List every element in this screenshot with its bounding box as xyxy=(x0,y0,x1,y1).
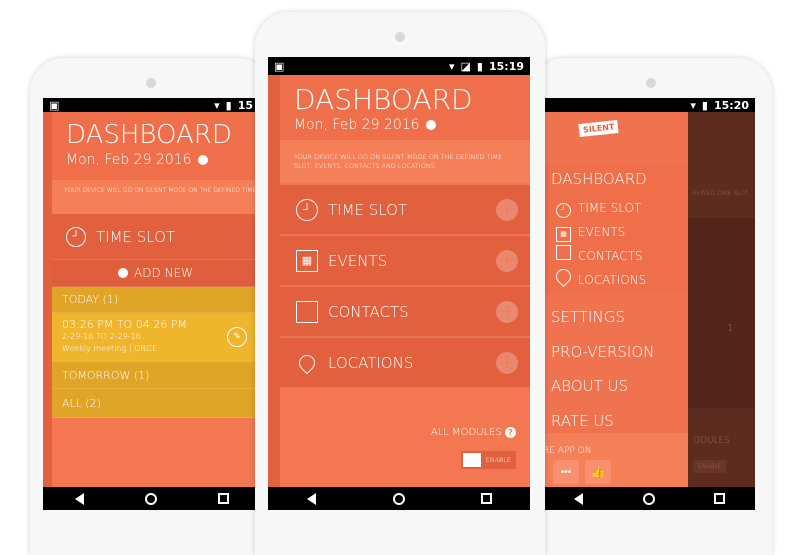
module-label: CONTACTS xyxy=(328,302,409,321)
middle-screen: ▣ ▾ ◪ ▮ 15:19 DASHBOARD Mon, Feb 29 2016 YOU… xyxy=(268,57,530,510)
wifi-icon: ▾ xyxy=(448,59,455,73)
back-button[interactable] xyxy=(571,492,585,506)
module-row-locations[interactable]: LOCATIONS + xyxy=(280,338,530,388)
wifi-icon: ▾ xyxy=(214,98,220,112)
today-group[interactable]: TODAY (1) xyxy=(52,287,259,313)
battery-icon: ▮ xyxy=(476,59,483,73)
location-pin-icon xyxy=(552,265,575,288)
contacts-icon xyxy=(296,300,318,323)
module-row-events[interactable]: ▦ EVENTS + xyxy=(280,236,530,286)
edit-icon[interactable]: ✎ xyxy=(227,327,247,347)
thumbs-up-icon[interactable]: 👍 xyxy=(585,460,611,484)
share-label: RE APP ON xyxy=(543,446,592,456)
recents-button[interactable] xyxy=(713,492,727,506)
menu-submodules: ┘ TIME SLOT ▦ EVENTS CONTACTS LOCATIONS xyxy=(552,196,646,292)
module-row-time-slot[interactable]: ┘ TIME SLOT + xyxy=(280,185,530,235)
header: DASHBOARD Mon, Feb 29 2016 xyxy=(52,112,259,180)
right-screen: ▾ ▮ 15:20 EFINED TIME SLOT, 1 ODULES ENABL… xyxy=(543,98,755,510)
right-phone: ▾ ▮ 15:20 EFINED TIME SLOT, 1 ODULES ENABL… xyxy=(530,58,772,555)
calendar-icon: ▦ xyxy=(296,249,318,272)
enable-toggle[interactable]: ENABLE xyxy=(460,451,516,469)
add-new-button[interactable]: ADD NEW xyxy=(52,260,259,287)
header: DASHBOARD Mon, Feb 29 2016 xyxy=(280,75,530,140)
info-text: YOUR DEVICE WILL GO ON SILENT MODE ON TH… xyxy=(52,180,259,214)
time-slot-header[interactable]: ┘ TIME SLOT xyxy=(52,214,259,260)
navigation-drawer: SILENT DASHBOARD ┘ TIME SLOT ▦ EVENTS CONT… xyxy=(543,112,688,487)
add-time-slot-button[interactable]: + xyxy=(496,198,518,221)
clock-icon: ┘ xyxy=(556,202,571,218)
clock-icon: ┘ xyxy=(296,198,318,221)
app-logo: SILENT xyxy=(578,119,620,138)
recents-button[interactable] xyxy=(216,492,230,506)
time-slot-item[interactable]: 03:26 PM TO 04:26 PM 2-29-16 TO 2-29-16 … xyxy=(52,313,259,362)
module-label: EVENTS xyxy=(328,251,388,270)
menu-about-us[interactable]: ABOUT US xyxy=(551,369,654,404)
date-picker[interactable]: Mon, Feb 29 2016 xyxy=(294,117,436,133)
add-contacts-button[interactable]: + xyxy=(496,300,518,323)
status-bar: ▣ ▾ ▮ 15 xyxy=(43,98,259,112)
add-locations-button[interactable]: + xyxy=(496,351,518,374)
menu-settings[interactable]: SETTINGS xyxy=(551,300,654,335)
calendar-icon: ▦ xyxy=(556,226,571,242)
home-button[interactable] xyxy=(642,492,656,506)
battery-icon: ▮ xyxy=(701,98,708,112)
page-title: DASHBOARD xyxy=(66,120,232,150)
date-picker[interactable]: Mon, Feb 29 2016 xyxy=(66,152,208,168)
module-label: TIME SLOT xyxy=(328,200,408,219)
help-icon[interactable]: ? xyxy=(505,427,516,438)
all-group[interactable]: ALL (2) xyxy=(52,389,259,418)
contacts-icon xyxy=(556,245,571,260)
page-title: DASHBOARD xyxy=(294,83,473,116)
module-label: LOCATIONS xyxy=(328,353,414,372)
menu-dashboard[interactable]: DASHBOARD xyxy=(551,170,647,188)
add-events-button[interactable]: + xyxy=(496,249,518,272)
clock-icon: ┘ xyxy=(66,226,86,247)
menu-pro-version[interactable]: PRO-VERSION xyxy=(551,335,654,370)
menu-contacts[interactable]: CONTACTS xyxy=(556,244,646,268)
battery-icon: ▮ xyxy=(225,98,232,112)
menu-events[interactable]: ▦ EVENTS xyxy=(556,220,646,244)
home-button[interactable] xyxy=(144,492,158,506)
menu-time-slot[interactable]: ┘ TIME SLOT xyxy=(556,196,646,220)
back-button[interactable] xyxy=(305,492,319,506)
left-screen: ▣ ▾ ▮ 15 DASHBOARD Mon, Feb 29 2016 YOUR DE… xyxy=(43,98,259,510)
recents-button[interactable] xyxy=(479,492,493,506)
all-modules-label: ALL MODULES ? xyxy=(431,427,516,438)
info-text: YOUR DEVICE WILL GO ON SILENT MODE ON TH… xyxy=(280,140,530,183)
middle-phone: ▣ ▾ ◪ ▮ 15:19 DASHBOARD Mon, Feb 29 2016 YOU… xyxy=(255,12,545,555)
menu-locations[interactable]: LOCATIONS xyxy=(552,265,646,292)
camera xyxy=(146,78,156,88)
no-sim-icon: ◪ xyxy=(460,59,471,73)
location-pin-icon xyxy=(295,351,319,374)
home-button[interactable] xyxy=(392,492,406,506)
tomorrow-group[interactable]: TOMORROW (1) xyxy=(52,362,259,389)
wifi-icon: ▾ xyxy=(690,98,696,112)
back-button[interactable] xyxy=(72,492,86,506)
more-share-button[interactable]: ••• xyxy=(553,460,579,484)
module-row-contacts[interactable]: CONTACTS + xyxy=(280,287,530,337)
left-phone: ▣ ▾ ▮ 15 DASHBOARD Mon, Feb 29 2016 YOUR DE… xyxy=(30,58,272,555)
